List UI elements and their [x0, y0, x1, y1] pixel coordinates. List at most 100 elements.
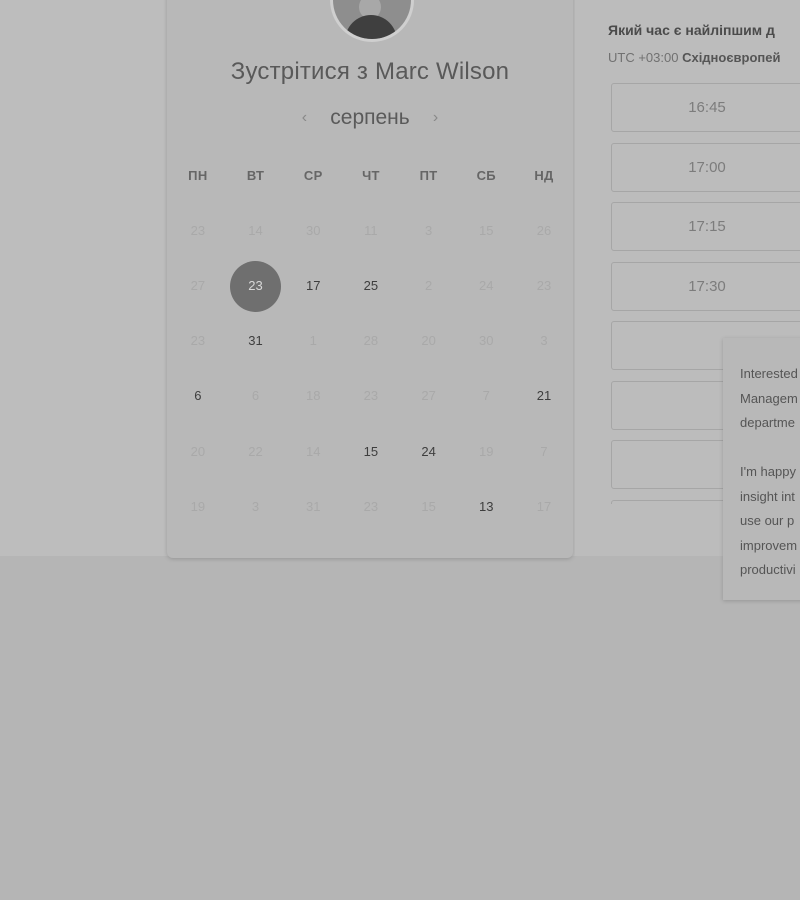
calendar-day[interactable]: 31	[227, 316, 285, 366]
calendar-day[interactable]: 6	[169, 371, 227, 421]
weekday-label: СР	[303, 168, 323, 183]
calendar-day-number: 20	[421, 333, 436, 348]
meeting-title: Зустрітися з Marc Wilson	[230, 58, 510, 85]
calendar-day: 2	[400, 261, 458, 311]
page: Зустрітися з Marc Wilson ‹ серпень › ПН В…	[0, 0, 800, 900]
time-slot-button[interactable]: 16:45	[611, 83, 800, 132]
calendar-day: 1	[284, 316, 342, 366]
calendar-day-number: 19	[190, 499, 206, 514]
popup-paragraph-2: I'm happy insight int use our p improvem…	[740, 464, 798, 578]
calendar-week-row: 23 31 1 28 20 30 3	[169, 316, 573, 366]
calendar-day-number: 2	[424, 278, 433, 293]
calendar-day: 23	[342, 371, 400, 421]
calendar-day: 15	[457, 206, 515, 256]
calendar-day[interactable]: 17	[284, 261, 342, 311]
calendar-day-selected[interactable]: 23	[227, 260, 285, 312]
calendar-day-number: 23	[190, 223, 206, 238]
calendar-day: 23	[342, 482, 400, 532]
calendar-day-number: 3	[540, 333, 548, 348]
calendar-day[interactable]: 24	[400, 427, 458, 477]
description-popup: Interested Managem departme I'm happy in…	[723, 338, 800, 600]
calendar-week-row: 20 22 14 15 24 19 7	[169, 427, 573, 477]
calendar-day: 28	[342, 316, 400, 366]
calendar-day-number: 3	[251, 499, 260, 514]
calendar-day-number: 1	[309, 333, 317, 348]
calendar-day: 14	[284, 427, 342, 477]
calendar-day[interactable]: 21	[515, 371, 573, 421]
calendar-day-number: 22	[248, 444, 263, 459]
calendar-day-number: 23	[248, 278, 263, 293]
calendar-day: 17	[515, 482, 573, 532]
calendar-day-number: 19	[479, 444, 494, 459]
calendar-day-number: 23	[363, 499, 379, 514]
calendar-day: 18	[284, 371, 342, 421]
calendar-day: 3	[515, 316, 573, 366]
calendar-day: 27	[400, 371, 458, 421]
time-slot-button[interactable]: 17:00	[611, 142, 800, 192]
calendar-day: 30	[284, 206, 342, 256]
time-slot-button[interactable]: 17:15	[611, 202, 800, 251]
calendar-day: 19	[169, 482, 227, 532]
calendar-week-row: 19 3 31 23 15 13 17	[169, 482, 573, 532]
calendar-day: 24	[457, 261, 515, 311]
calendar-day: 26	[515, 206, 573, 256]
calendar-day-number: 30	[479, 333, 494, 348]
calendar-day-number: 17	[305, 278, 321, 293]
calendar-day-number: 15	[363, 444, 379, 459]
weekday-label: ПТ	[419, 168, 438, 183]
month-navigation: ‹ серпень ›	[167, 106, 573, 130]
calendar-day-number: 28	[363, 333, 379, 348]
calendar-day: 27	[169, 261, 227, 311]
chevron-left-icon[interactable]: ‹	[296, 109, 312, 127]
calendar-day: 7	[457, 371, 515, 421]
calendar-day-number: 27	[190, 278, 206, 293]
calendar-day: 15	[400, 482, 458, 532]
calendar-day-number: 23	[536, 278, 552, 293]
calendar-day-number: 30	[305, 223, 321, 238]
calendar-day: 30	[457, 316, 515, 366]
calendar-day: 23	[515, 261, 573, 311]
calendar-day: 22	[227, 427, 285, 477]
calendar-day: 7	[515, 427, 573, 477]
calendar-day-number: 14	[305, 444, 321, 459]
calendar-day-number: 17	[536, 499, 552, 514]
calendar-day[interactable]: 25	[342, 261, 400, 311]
calendar-day: 3	[227, 482, 285, 532]
calendar-day-number: 13	[479, 499, 494, 514]
weekday-label: СБ	[476, 168, 496, 183]
calendar-day[interactable]: 15	[342, 427, 400, 477]
calendar-day: 20	[169, 427, 227, 477]
calendar-day-number: 21	[536, 388, 552, 403]
calendar-day-number: 25	[363, 278, 379, 293]
calendar-day: 20	[400, 316, 458, 366]
time-question: Який час є найліпшим д	[608, 22, 775, 38]
calendar-day-number: 23	[190, 333, 206, 348]
calendar-day-number: 11	[364, 223, 378, 238]
calendar-week-row: 27 23 17 25 2 24 23	[169, 260, 573, 312]
popup-paragraph-1: Interested Managem departme	[740, 366, 798, 431]
weekday-label: НД	[534, 168, 554, 183]
calendar-day: 6	[227, 371, 285, 421]
calendar-day-number: 27	[421, 388, 436, 403]
weekday-label: ЧТ	[362, 168, 380, 183]
calendar-day-number: 7	[482, 388, 490, 403]
calendar-day-number: 18	[305, 388, 321, 403]
timezone-name[interactable]: Східноєвропей	[682, 50, 780, 65]
calendar-day: 3	[400, 206, 458, 256]
timezone-offset: UTC +03:00	[608, 50, 679, 65]
calendar-day-number: 3	[424, 223, 433, 238]
calendar-day-number: 31	[248, 333, 263, 348]
calendar-day: 23	[169, 316, 227, 366]
time-slot-button[interactable]: 17:30	[611, 261, 800, 311]
calendar-day-number: 24	[421, 444, 436, 459]
calendar-day: 11	[342, 206, 400, 256]
avatar-body	[345, 15, 397, 39]
calendar-day: 31	[284, 482, 342, 532]
calendar-day-number: 6	[251, 388, 260, 403]
weekday-header: ПН ВТ СР ЧТ ПТ СБ НД	[169, 168, 573, 183]
calendar-day[interactable]: 13	[457, 482, 515, 532]
month-label: серпень	[330, 106, 410, 129]
calendar-day: 23	[169, 206, 227, 256]
calendar-week-row: 6 6 18 23 27 7 21	[169, 371, 573, 421]
chevron-right-icon[interactable]: ›	[428, 109, 444, 127]
